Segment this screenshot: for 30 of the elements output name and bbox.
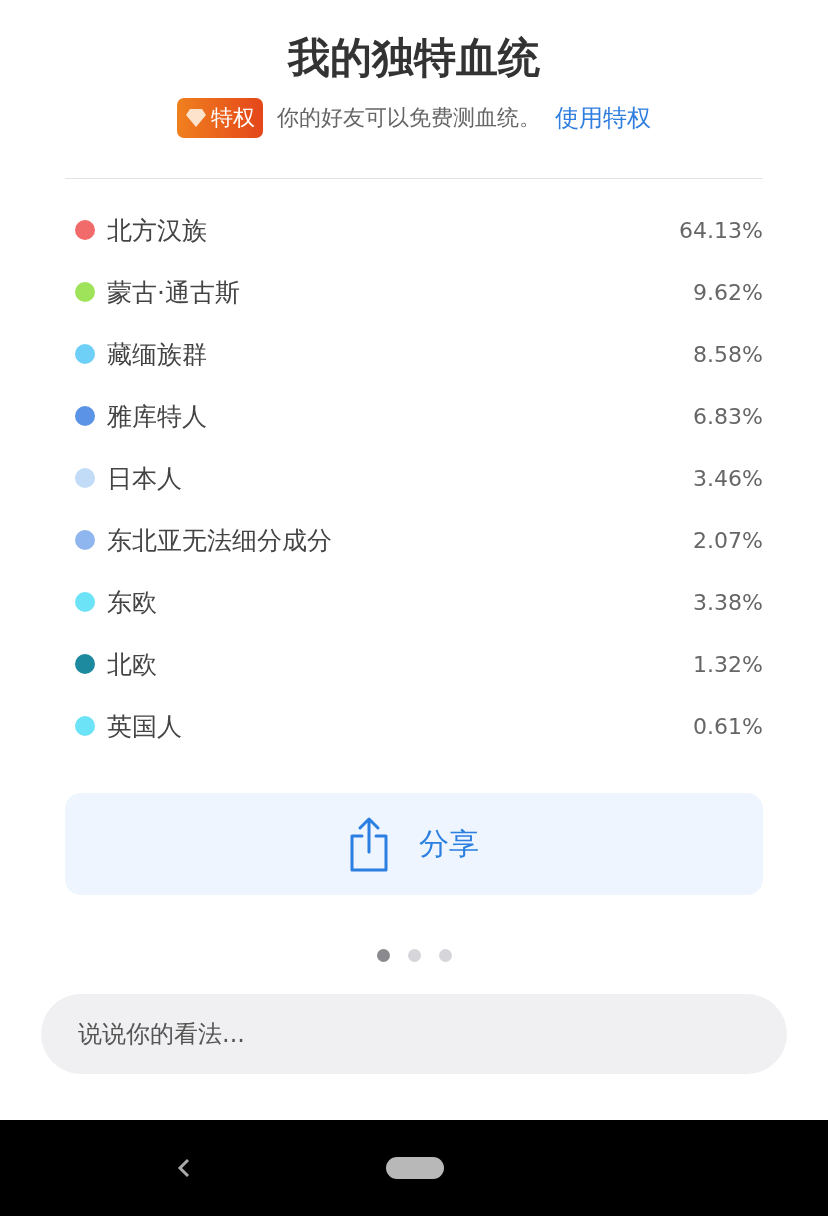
ancestry-name: 藏缅族群	[107, 338, 208, 371]
home-button[interactable]	[386, 1157, 444, 1179]
ancestry-percent: 64.13%	[679, 217, 763, 243]
privilege-badge: 特权	[177, 98, 263, 138]
page-dot[interactable]	[438, 949, 452, 962]
use-privilege-link[interactable]: 使用特权	[555, 102, 651, 134]
share-button[interactable]: 分享	[65, 793, 763, 895]
ancestry-name: 东欧	[107, 586, 158, 619]
ancestry-name: 雅库特人	[107, 400, 208, 433]
ancestry-name: 蒙古·通古斯	[107, 276, 241, 309]
share-icon	[349, 816, 389, 872]
page-dot[interactable]	[376, 949, 390, 962]
ancestry-percent: 8.58%	[693, 341, 763, 367]
page-dot[interactable]	[407, 949, 421, 962]
ancestry-name: 东北亚无法细分成分	[107, 524, 333, 557]
page-title: 我的独特血统	[286, 32, 541, 84]
ancestry-percent: 0.61%	[693, 713, 763, 739]
privilege-note: 你的好友可以免费测血统。	[277, 104, 541, 132]
ancestry-name: 北方汉族	[107, 214, 208, 247]
comment-field[interactable]: 说说你的看法...	[41, 994, 787, 1074]
back-icon[interactable]	[177, 1157, 191, 1179]
ancestry-percent: 9.62%	[693, 279, 763, 305]
ancestry-percent: 2.07%	[693, 527, 763, 553]
ancestry-percent: 3.38%	[693, 589, 763, 615]
ancestry-name: 日本人	[107, 462, 183, 495]
ancestry-percent: 6.83%	[693, 403, 763, 429]
ancestry-percent: 1.32%	[693, 651, 763, 677]
ancestry-percent: 3.46%	[693, 465, 763, 491]
ancestry-name: 英国人	[107, 710, 183, 743]
ancestry-name: 北欧	[107, 648, 158, 681]
